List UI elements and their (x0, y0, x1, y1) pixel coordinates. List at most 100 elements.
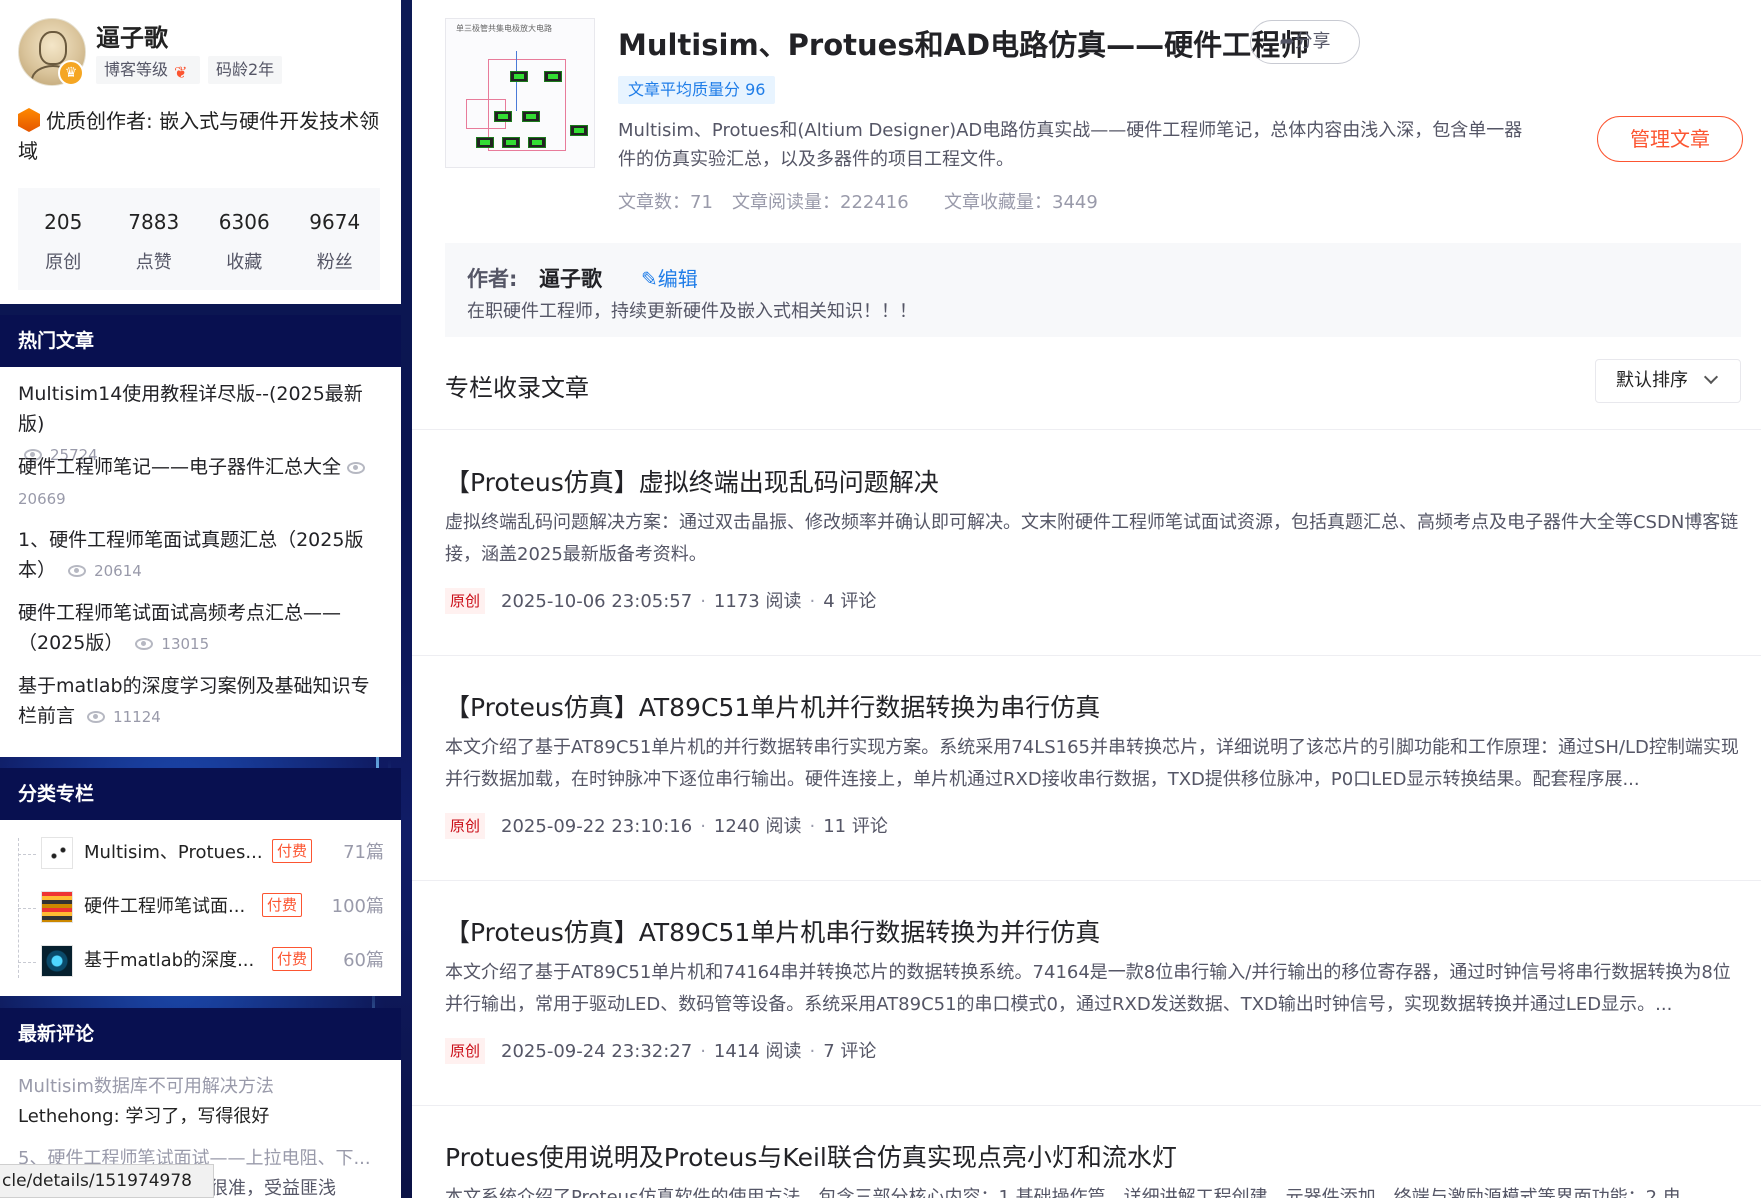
eye-icon (87, 711, 106, 723)
article-date: 2025-09-24 23:32:27 (501, 1041, 693, 1062)
stat-number: 6306 (218, 210, 270, 234)
article-meta: 原创 2025-09-24 23:32:27 · 1414 阅读 · 7 评论 (445, 1037, 876, 1064)
stat-fans[interactable]: 9674 粉丝 (290, 188, 381, 290)
hot-articles-heading: 热门文章 (0, 315, 401, 367)
article-date: 2025-09-22 23:10:16 (501, 816, 693, 837)
hot-article-item[interactable]: 硬件工程师笔记——电子器件汇总大全 20669 (18, 452, 384, 514)
author-bio: 在职硬件工程师，持续更新硬件及嵌入式相关知识！！！ (467, 301, 917, 322)
view-count-value: 13015 (161, 635, 210, 653)
author-label: 作者: (467, 267, 518, 291)
original-tag: 原创 (445, 813, 486, 839)
stat-original[interactable]: 205 原创 (18, 188, 109, 290)
category-name[interactable]: 硬件工程师笔试面... (84, 892, 256, 918)
quality-author-line: 优质创作者: 嵌入式与硬件开发技术领域 (18, 106, 388, 166)
comment-article-link[interactable]: Multisim数据库不可用解决方法 (18, 1072, 274, 1102)
chevron-down-icon (1703, 369, 1719, 385)
article-reads: 1173 阅读 (713, 591, 802, 612)
category-name[interactable]: 基于matlab的深度... (84, 946, 274, 972)
category-count: 100篇 (331, 896, 384, 917)
article-count: 文章数：71 (618, 192, 713, 213)
quality-score-badge: 文章平均质量分 96 (618, 76, 776, 104)
share-button[interactable]: ➦分享 (1250, 20, 1360, 64)
stat-likes[interactable]: 7883 点赞 (109, 188, 200, 290)
status-bar-url: cle/details/151974978 (0, 1164, 214, 1198)
category-thumbnail (41, 945, 73, 977)
paid-badge: 付费 (272, 839, 313, 863)
author-box: 作者: 逼子歌 ✎编辑 在职硬件工程师，持续更新硬件及嵌入式相关知识！！！ (445, 243, 1741, 337)
divider (412, 429, 1761, 430)
stat-label: 粉丝 (316, 252, 353, 273)
paid-badge: 付费 (272, 947, 313, 971)
article-title[interactable]: Protues使用说明及Proteus与Keil联合仿真实现点亮小灯和流水灯 (445, 1138, 1177, 1174)
latest-comments-heading: 最新评论 (0, 1008, 401, 1060)
stat-label: 点赞 (135, 252, 172, 273)
hot-article-title[interactable]: Multisim14使用教程详尽版--(2025最新版) (18, 383, 363, 435)
article-date: 2025-10-06 23:05:57 (501, 591, 693, 612)
username[interactable]: 逼子歌 (96, 18, 168, 53)
medal-icon (18, 108, 40, 132)
divider (412, 1105, 1761, 1106)
stat-label: 原创 (45, 252, 82, 273)
hot-article-item[interactable]: 基于matlab的深度学习案例及基础知识专栏前言 11124 (18, 671, 384, 732)
view-count: 13015 (135, 635, 209, 653)
categories-heading: 分类专栏 (0, 768, 401, 820)
profile-stats: 205 原创 7883 点赞 6306 收藏 9674 粉丝 (18, 188, 380, 290)
blog-level-tag[interactable]: 博客等级 ❦ (96, 56, 201, 84)
article-summary: 本文介绍了基于AT89C51单片机和74164串并转换芯片的数据转换系统。741… (445, 962, 1731, 1015)
share-label: 分享 (1294, 31, 1331, 52)
article-reads: 1240 阅读 (713, 816, 802, 837)
categories-list: Multisim、Protues... 付费 71篇 硬件工程师笔试面... 付… (0, 820, 401, 996)
eye-icon (68, 565, 87, 577)
hot-articles-list: Multisim14使用教程详尽版--(2025最新版) 25724 硬件工程师… (0, 367, 401, 757)
category-item[interactable]: 硬件工程师笔试面... 付费 100篇 (18, 886, 384, 930)
divider (412, 880, 1761, 881)
category-count: 60篇 (343, 950, 384, 971)
article-summary: 虚拟终端乱码问题解决方案：通过双击晶振、修改频率并确认即可解决。文末附硬件工程师… (445, 512, 1739, 565)
article-comments[interactable]: 7 评论 (823, 1041, 876, 1062)
author-name[interactable]: 逼子歌 (539, 263, 602, 293)
column-description: Multisim、Protues和(Altium Designer)AD电路仿真… (618, 120, 1523, 170)
original-tag: 原创 (445, 1038, 486, 1064)
favorite-count: 文章收藏量：3449 (944, 192, 1098, 213)
stat-favorites[interactable]: 6306 收藏 (199, 188, 290, 290)
comment-text: Lethehong: 学习了，写得很好 (18, 1106, 270, 1127)
view-count-value: 11124 (113, 708, 161, 726)
article-summary: 本文介绍了基于AT89C51单片机的并行数据转串行实现方案。系统采用74LS16… (445, 737, 1739, 790)
article-comments[interactable]: 4 评论 (823, 591, 876, 612)
comment-text: 很准，受益匪浅 (210, 1178, 336, 1198)
edit-link[interactable]: ✎编辑 (641, 263, 698, 292)
column-cover-image: 单三极管共集电极放大电路 (445, 18, 595, 168)
hot-article-title[interactable]: 硬件工程师笔记——电子器件汇总大全 (18, 456, 341, 478)
article-title[interactable]: 【Proteus仿真】虚拟终端出现乱码问题解决 (445, 463, 939, 499)
share-icon: ➦ (1279, 31, 1295, 52)
category-item[interactable]: 基于matlab的深度... 付费 60篇 (18, 940, 384, 984)
profile-card: ♛ 逼子歌 博客等级 ❦ 码龄2年 优质创作者: 嵌入式与硬件开发技术领域 205… (0, 0, 401, 304)
category-count: 71篇 (343, 842, 384, 863)
edit-label: 编辑 (657, 267, 698, 291)
article-meta: 原创 2025-10-06 23:05:57 · 1173 阅读 · 4 评论 (445, 587, 876, 614)
stat-number: 205 (44, 210, 83, 234)
eye-icon (135, 638, 154, 650)
column-main: 单三极管共集电极放大电路 Multisim、Protues和AD电路仿真——硬件… (412, 0, 1761, 1198)
view-count-value: 20669 (18, 490, 66, 508)
sort-label: 默认排序 (1616, 370, 1688, 391)
included-articles-heading: 专栏收录文章 (445, 374, 589, 402)
article-summary: 本文系统介绍了Proteus仿真软件的使用方法，包含三部分核心内容：1.基础操作… (445, 1187, 1681, 1198)
article-title[interactable]: 【Proteus仿真】AT89C51单片机串行数据转换为并行仿真 (445, 913, 1100, 949)
category-item[interactable]: Multisim、Protues... 付费 71篇 (18, 832, 384, 876)
sort-dropdown[interactable]: 默认排序 (1595, 359, 1741, 403)
code-age-tag: 码龄2年 (208, 56, 283, 84)
quality-author-text: 优质创作者: 嵌入式与硬件开发技术领域 (18, 109, 380, 163)
manage-articles-button[interactable]: 管理文章 (1597, 116, 1743, 162)
hot-article-item[interactable]: 1、硬件工程师笔面试真题汇总（2025版本） 20614 (18, 525, 384, 586)
category-thumbnail (41, 891, 73, 923)
view-count (347, 459, 373, 477)
stat-label: 收藏 (226, 252, 263, 273)
hot-article-item[interactable]: 硬件工程师笔试面试高频考点汇总——（2025版） 13015 (18, 598, 384, 659)
article-comments[interactable]: 11 评论 (823, 816, 888, 837)
blog-level-label: 博客等级 (104, 60, 169, 79)
category-name[interactable]: Multisim、Protues... (84, 838, 274, 864)
article-title[interactable]: 【Proteus仿真】AT89C51单片机并行数据转换为串行仿真 (445, 688, 1100, 724)
article-reads: 1414 阅读 (713, 1041, 802, 1062)
hot-article-title[interactable]: 基于matlab的深度学习案例及基础知识专栏前言 (18, 675, 370, 727)
